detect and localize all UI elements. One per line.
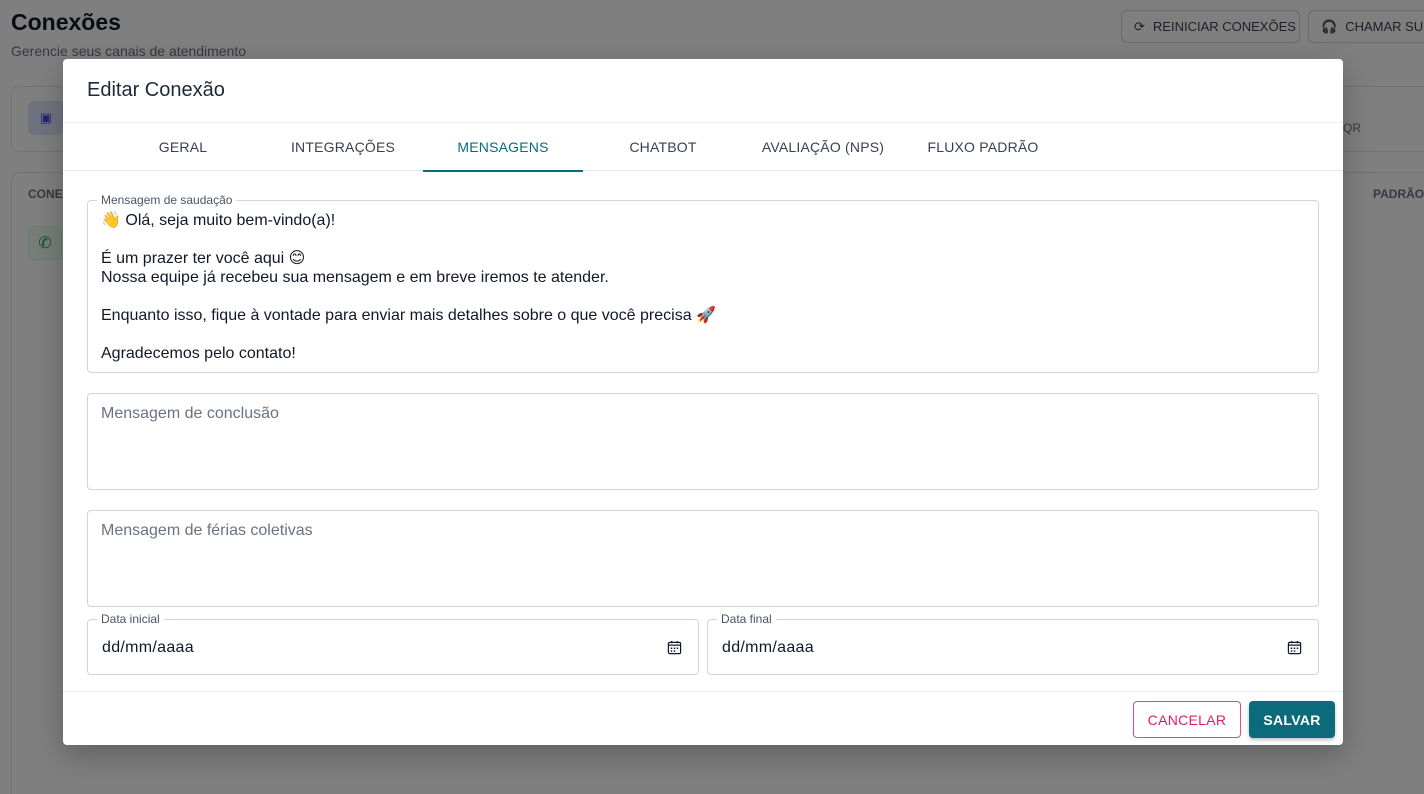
end-date-label: Data final [717,612,776,626]
save-button[interactable]: SALVAR [1249,701,1335,738]
tab-integrations[interactable]: INTEGRAÇÕES [263,123,423,171]
tab-nps[interactable]: AVALIAÇÃO (NPS) [743,123,903,171]
conclusion-message-placeholder: Mensagem de conclusão [101,405,279,422]
start-date-field[interactable]: Data inicial dd/mm/aaaa [87,612,699,675]
tab-chatbot[interactable]: CHATBOT [583,123,743,171]
conclusion-message-field[interactable]: Mensagem de conclusão [87,393,1319,490]
start-date-value[interactable]: dd/mm/aaaa [102,639,194,657]
tab-general[interactable]: GERAL [103,123,263,171]
tab-default-flow[interactable]: FLUXO PADRÃO [903,123,1063,171]
modal-footer: CANCELAR SALVAR [63,691,1343,745]
cancel-button[interactable]: CANCELAR [1133,701,1241,738]
greeting-message-text[interactable]: 👋 Olá, seja muito bem-vindo(a)! É um pra… [101,211,1305,363]
start-date-label: Data inicial [97,612,164,626]
calendar-icon[interactable] [1287,640,1302,655]
vacation-message-placeholder: Mensagem de férias coletivas [101,522,313,539]
end-date-value[interactable]: dd/mm/aaaa [722,639,814,657]
end-date-field[interactable]: Data final dd/mm/aaaa [707,612,1319,675]
tab-bar: GERAL INTEGRAÇÕES MENSAGENS CHATBOT AVAL… [63,122,1343,172]
vacation-message-field[interactable]: Mensagem de férias coletivas [87,510,1319,607]
edit-connection-modal: Editar Conexão GERAL INTEGRAÇÕES MENSAGE… [63,59,1343,745]
greeting-message-field[interactable]: Mensagem de saudação 👋 Olá, seja muito b… [87,193,1319,373]
calendar-icon[interactable] [667,640,682,655]
tab-messages[interactable]: MENSAGENS [423,123,583,172]
modal-title: Editar Conexão [87,79,225,101]
greeting-message-label: Mensagem de saudação [97,193,237,207]
